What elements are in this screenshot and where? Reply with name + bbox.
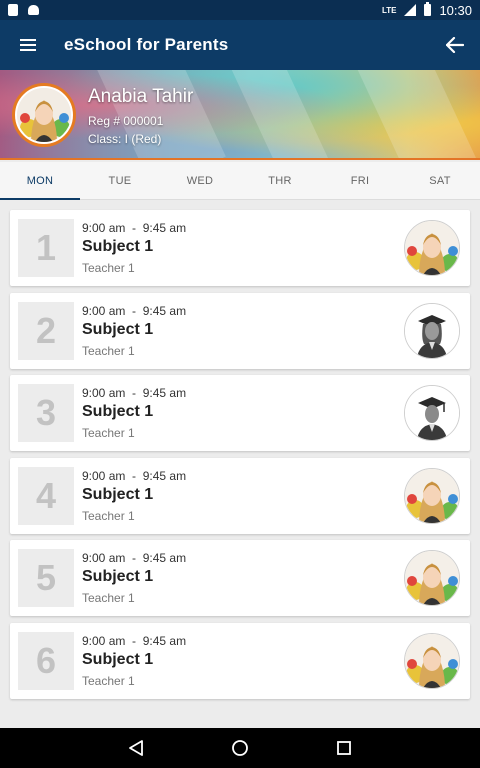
period-teacher: Teacher 1 (82, 426, 135, 440)
student-class: Class: I (Red) (88, 132, 162, 146)
system-nav-bar (0, 728, 480, 768)
time-separator: - (132, 386, 137, 400)
time-separator: - (132, 221, 137, 235)
period-time: 9:00 am - 9:45 am (82, 469, 186, 483)
day-tabs: MON TUE WED THR FRI SAT (0, 162, 480, 200)
period-start-time: 9:00 am (82, 386, 126, 400)
period-card[interactable]: 5 9:00 am - 9:45 am Subject 1 Teacher 1 (10, 540, 470, 616)
status-bar: LTE 10:30 (0, 0, 480, 20)
period-card[interactable]: 2 9:00 am - 9:45 am Subject 1 Teacher 1 (10, 292, 470, 369)
signal-icon (404, 4, 417, 16)
period-time: 9:00 am - 9:45 am (82, 221, 186, 235)
period-teacher: Teacher 1 (82, 508, 135, 523)
nav-recents-icon[interactable] (332, 736, 356, 760)
period-subject: Subject 1 (82, 568, 154, 585)
nav-back-icon[interactable] (124, 736, 148, 760)
period-card[interactable]: 3 9:00 am - 9:45 am Subject 1 Teacher 1 (10, 375, 470, 451)
period-end-time: 9:45 am (142, 221, 187, 235)
period-end-time: 9:45 am (142, 633, 187, 648)
profile-banner: Anabia Tahir Reg # 000001 Class: I (Red) (0, 70, 480, 160)
student-reg-number: Reg # 000001 (88, 114, 164, 128)
period-card[interactable]: 4 9:00 am - 9:45 am Subject 1 Teacher 1 (10, 457, 470, 534)
time-separator: - (132, 303, 137, 318)
period-end-time: 9:45 am (142, 386, 187, 400)
tab-mon[interactable]: MON (0, 162, 80, 200)
tab-fri[interactable]: FRI (320, 162, 400, 199)
teacher-avatar[interactable] (404, 632, 460, 689)
period-end-time: 9:45 am (142, 303, 187, 318)
teacher-avatar[interactable] (404, 550, 460, 606)
period-card[interactable]: 6 9:00 am - 9:45 am Subject 1 Teacher 1 (10, 622, 470, 699)
period-teacher: Teacher 1 (82, 261, 135, 275)
tab-thr[interactable]: THR (240, 162, 320, 199)
period-teacher: Teacher 1 (82, 673, 135, 688)
period-subject: Subject 1 (82, 320, 154, 338)
tab-wed[interactable]: WED (160, 162, 240, 199)
period-number: 4 (18, 466, 74, 525)
period-start-time: 9:00 am (82, 468, 126, 483)
tab-tue[interactable]: TUE (80, 162, 160, 199)
period-start-time: 9:00 am (82, 221, 126, 235)
period-time: 9:00 am - 9:45 am (82, 304, 186, 318)
period-subject: Subject 1 (82, 485, 154, 503)
menu-icon[interactable] (0, 20, 56, 70)
period-start-time: 9:00 am (82, 551, 126, 565)
period-end-time: 9:45 am (142, 551, 187, 565)
period-start-time: 9:00 am (82, 303, 126, 318)
time-separator: - (132, 551, 137, 565)
period-subject: Subject 1 (82, 403, 154, 420)
teacher-avatar[interactable] (404, 302, 460, 359)
app-bar: eSchool for Parents (0, 20, 480, 70)
teacher-avatar[interactable] (404, 467, 460, 524)
period-end-time: 9:45 am (142, 468, 187, 483)
student-avatar[interactable] (12, 83, 76, 147)
timetable-list: 1 9:00 am - 9:45 am Subject 1 Teacher 1 2 9:0… (10, 210, 470, 705)
period-number: 6 (18, 631, 74, 690)
student-name: Anabia Tahir (88, 86, 194, 107)
period-time: 9:00 am - 9:45 am (82, 386, 186, 400)
app-title: eSchool for Parents (64, 35, 229, 54)
sd-card-icon (8, 4, 18, 16)
clock: 10:30 (439, 2, 472, 18)
android-icon (28, 5, 39, 15)
period-subject: Subject 1 (82, 650, 154, 668)
period-start-time: 9:00 am (82, 633, 126, 648)
battery-icon (424, 2, 432, 16)
period-time: 9:00 am - 9:45 am (82, 634, 186, 648)
time-separator: - (132, 633, 137, 648)
period-number: 3 (18, 384, 74, 442)
period-number: 2 (18, 301, 74, 360)
teacher-avatar[interactable] (404, 220, 460, 276)
nav-home-icon[interactable] (228, 736, 252, 760)
teacher-avatar[interactable] (404, 385, 460, 441)
period-teacher: Teacher 1 (82, 591, 135, 605)
period-teacher: Teacher 1 (82, 343, 135, 358)
period-time: 9:00 am - 9:45 am (82, 551, 186, 565)
time-separator: - (132, 468, 137, 483)
tab-sat[interactable]: SAT (400, 162, 480, 199)
period-number: 1 (18, 219, 74, 277)
period-number: 5 (18, 549, 74, 607)
back-arrow-icon[interactable] (430, 20, 480, 70)
period-card[interactable]: 1 9:00 am - 9:45 am Subject 1 Teacher 1 (10, 210, 470, 286)
network-type: LTE (381, 5, 397, 15)
period-subject: Subject 1 (82, 238, 154, 255)
